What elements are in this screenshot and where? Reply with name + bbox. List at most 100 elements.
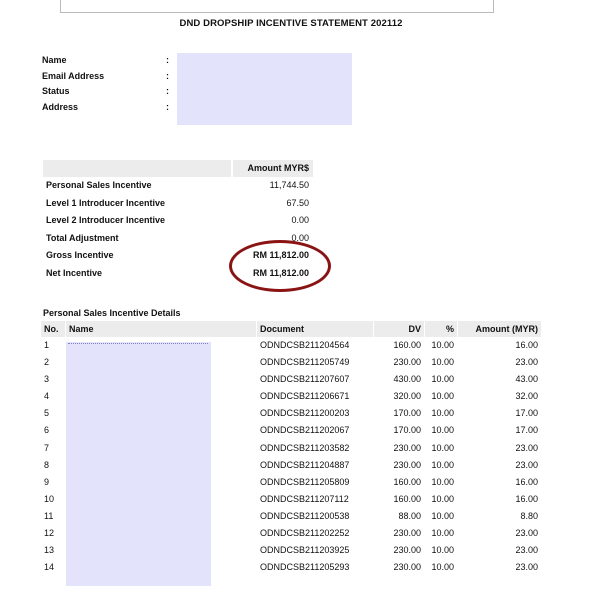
cell-no: 8 <box>44 459 50 470</box>
cell-dv: 320.00 <box>393 391 421 402</box>
cell-no: 9 <box>44 476 50 487</box>
redacted-member-details <box>177 53 352 125</box>
cell-amount: 23.00 <box>515 442 538 453</box>
redacted-names <box>66 342 211 586</box>
cell-percent: 10.00 <box>431 374 454 385</box>
cell-document: ODNDCSB211200203 <box>260 408 350 419</box>
summary-header: Amount MYR$ <box>43 160 313 177</box>
cell-amount: 23.00 <box>515 357 538 368</box>
cell-amount: 23.00 <box>515 528 538 539</box>
summary-label: Level 1 Introducer Incentive <box>46 197 166 208</box>
cell-dv: 430.00 <box>393 374 421 385</box>
summary-label: Personal Sales Incentive <box>46 180 152 190</box>
cell-amount: 23.00 <box>515 545 538 556</box>
statement-page: DND DROPSHIP INCENTIVE STATEMENT 202112 … <box>0 0 600 600</box>
cell-amount: 16.00 <box>515 476 538 487</box>
cell-no: 7 <box>44 442 50 453</box>
cell-dv: 230.00 <box>393 562 421 573</box>
cell-dv: 88.00 <box>398 510 421 521</box>
cell-amount: 32.00 <box>515 391 538 402</box>
cell-document: ODNDCSB211202252 <box>260 528 350 539</box>
summary-value: 0.00 <box>291 215 309 226</box>
cell-percent: 10.00 <box>431 510 454 521</box>
cell-percent: 10.00 <box>431 545 454 556</box>
cell-document: ODNDCSB211205809 <box>260 476 350 487</box>
header-dv: DV <box>374 321 424 337</box>
info-label: Address <box>42 101 79 112</box>
cell-document: ODNDCSB211207607 <box>260 374 350 385</box>
info-label: Name <box>42 55 67 65</box>
cell-amount: 23.00 <box>515 562 538 573</box>
summary-label: Total Adjustment <box>46 232 119 243</box>
summary-header-amount: Amount MYR$ <box>233 160 313 177</box>
cell-amount: 8.80 <box>520 510 538 521</box>
info-colon: : <box>166 70 169 81</box>
header-document: Document <box>257 321 373 337</box>
cell-no: 11 <box>44 510 54 521</box>
summary-row: Level 2 Introducer Incentive 0.00 <box>43 212 313 230</box>
cell-no: 1 <box>44 340 50 350</box>
cell-percent: 10.00 <box>431 459 454 470</box>
cell-no: 13 <box>44 545 55 556</box>
details-header: No. Name Document DV % Amount (MYR) <box>41 321 541 337</box>
cell-dv: 230.00 <box>393 545 421 556</box>
header-no: No. <box>41 321 65 337</box>
header-name: Name <box>66 321 256 337</box>
summary-row: Level 1 Introducer Incentive 67.50 <box>43 195 313 213</box>
cell-document: ODNDCSB211202067 <box>260 425 350 436</box>
cell-document: ODNDCSB211204887 <box>260 459 350 470</box>
summary-label: Gross Incentive <box>46 250 114 261</box>
cell-dv: 230.00 <box>393 528 421 539</box>
cell-amount: 23.00 <box>515 459 538 470</box>
header-percent: % <box>425 321 457 337</box>
cell-amount: 43.00 <box>515 374 538 385</box>
info-label: Email Address <box>42 70 105 81</box>
summary-label: Net Incentive <box>46 267 103 278</box>
cell-document: ODNDCSB211206671 <box>260 391 350 402</box>
cell-no: 2 <box>44 357 50 368</box>
info-colon: : <box>166 101 169 112</box>
cell-no: 6 <box>44 425 50 436</box>
details-title: Personal Sales Incentive Details <box>43 308 181 318</box>
cell-no: 14 <box>44 562 55 573</box>
cell-document: ODNDCSB211204564 <box>260 340 350 350</box>
cell-percent: 10.00 <box>431 493 454 504</box>
cell-dv: 230.00 <box>393 459 421 470</box>
cell-no: 4 <box>44 391 50 402</box>
cell-percent: 10.00 <box>431 408 454 419</box>
summary-row: Personal Sales Incentive 11,744.50 <box>43 177 313 195</box>
cell-amount: 16.00 <box>515 493 538 504</box>
info-colon: : <box>166 86 169 96</box>
cell-dv: 170.00 <box>393 425 421 436</box>
cell-document: ODNDCSB211205749 <box>260 357 350 368</box>
info-label: Status <box>42 86 70 96</box>
redaction-edge <box>68 343 208 346</box>
summary-value: 67.50 <box>286 197 309 208</box>
summary-header-label-cell <box>43 160 231 177</box>
cell-dv: 160.00 <box>393 476 421 487</box>
cell-dv: 170.00 <box>393 408 421 419</box>
cell-document: ODNDCSB211205293 <box>260 562 350 573</box>
cell-percent: 10.00 <box>431 442 454 453</box>
summary-value: 11,744.50 <box>269 180 309 190</box>
cell-dv: 160.00 <box>393 340 421 350</box>
top-frame <box>60 0 494 13</box>
cell-dv: 160.00 <box>393 493 421 504</box>
cell-document: ODNDCSB211200538 <box>260 510 350 521</box>
summary-label: Level 2 Introducer Incentive <box>46 215 166 226</box>
highlight-ellipse <box>229 240 331 292</box>
cell-dv: 230.00 <box>393 357 421 368</box>
cell-percent: 10.00 <box>431 476 454 487</box>
cell-percent: 10.00 <box>431 562 454 573</box>
cell-percent: 10.00 <box>431 340 454 350</box>
info-colon: : <box>166 55 169 65</box>
cell-percent: 10.00 <box>431 391 454 402</box>
cell-document: ODNDCSB211207112 <box>260 493 349 504</box>
cell-amount: 16.00 <box>515 340 538 350</box>
cell-document: ODNDCSB211203925 <box>260 545 350 556</box>
header-amount: Amount (MYR) <box>458 321 541 337</box>
cell-no: 10 <box>44 493 55 504</box>
cell-no: 12 <box>44 528 55 539</box>
cell-document: ODNDCSB211203582 <box>260 442 350 453</box>
cell-no: 3 <box>44 374 50 385</box>
